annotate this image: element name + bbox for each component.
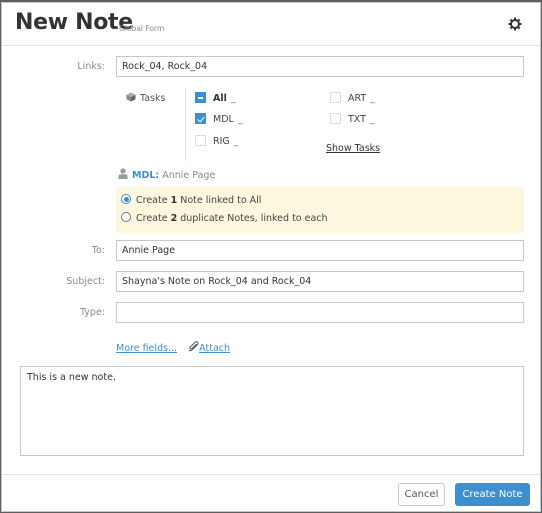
tasks-divider bbox=[185, 88, 186, 161]
assignee-name: Annie Page bbox=[162, 170, 216, 181]
person-icon bbox=[118, 168, 128, 179]
more-fields-link[interactable]: More fields... bbox=[116, 343, 177, 354]
note-body-textarea[interactable]: This is a new note. bbox=[20, 366, 524, 456]
checkbox-icon[interactable] bbox=[330, 92, 341, 103]
checkbox-checked-icon[interactable] bbox=[195, 113, 206, 124]
assignee: MDL: Annie Page bbox=[118, 168, 215, 181]
checkbox-partial-icon[interactable] bbox=[195, 92, 206, 103]
subject-label: Subject: bbox=[66, 276, 105, 287]
assignee-role: MDL: bbox=[132, 170, 160, 181]
dialog-header: New Note - Global Form bbox=[2, 3, 540, 46]
extra-links: More fields... Attach bbox=[116, 336, 230, 355]
task-checkbox-mdl[interactable]: MDL _ bbox=[195, 113, 243, 125]
dialog-subtitle: - Global Form bbox=[114, 24, 165, 33]
type-input[interactable] bbox=[116, 302, 524, 323]
paperclip-icon[interactable] bbox=[188, 337, 199, 352]
task-checkbox-art[interactable]: ART _ bbox=[330, 92, 375, 104]
task-checkbox-rig[interactable]: RIG _ bbox=[195, 135, 239, 147]
note-options-panel: Create 1 Note linked to All Create 2 dup… bbox=[116, 187, 524, 233]
cancel-button[interactable]: Cancel bbox=[398, 483, 445, 506]
show-tasks-link[interactable]: Show Tasks bbox=[326, 143, 380, 154]
new-note-dialog: New Note - Global Form Links: Rock_04, R… bbox=[1, 2, 541, 512]
attach-link[interactable]: Attach bbox=[199, 343, 230, 354]
checkbox-icon[interactable] bbox=[330, 113, 341, 124]
links-label: Links: bbox=[77, 61, 105, 72]
checkbox-icon[interactable] bbox=[195, 135, 206, 146]
tasks-label-text: Tasks bbox=[140, 93, 166, 104]
create-note-button[interactable]: Create Note bbox=[455, 483, 530, 506]
option-create-duplicates[interactable]: Create 2 duplicate Notes, linked to each bbox=[121, 212, 328, 224]
cube-icon bbox=[126, 92, 136, 102]
subject-input[interactable]: Shayna's Note on Rock_04 and Rock_04 bbox=[116, 271, 524, 292]
task-checkbox-all[interactable]: All _ bbox=[195, 92, 236, 104]
to-label: To: bbox=[91, 245, 105, 256]
task-checkbox-txt[interactable]: TXT _ bbox=[330, 113, 375, 125]
tasks-label: Tasks bbox=[126, 92, 165, 104]
gear-icon[interactable] bbox=[508, 16, 522, 31]
type-label: Type: bbox=[79, 307, 105, 318]
radio-selected-icon[interactable] bbox=[121, 194, 131, 204]
radio-icon[interactable] bbox=[121, 212, 131, 222]
to-input[interactable]: Annie Page bbox=[116, 240, 524, 261]
option-create-single[interactable]: Create 1 Note linked to All bbox=[121, 194, 261, 206]
footer-divider bbox=[2, 474, 540, 475]
links-input[interactable]: Rock_04, Rock_04 bbox=[116, 56, 524, 77]
